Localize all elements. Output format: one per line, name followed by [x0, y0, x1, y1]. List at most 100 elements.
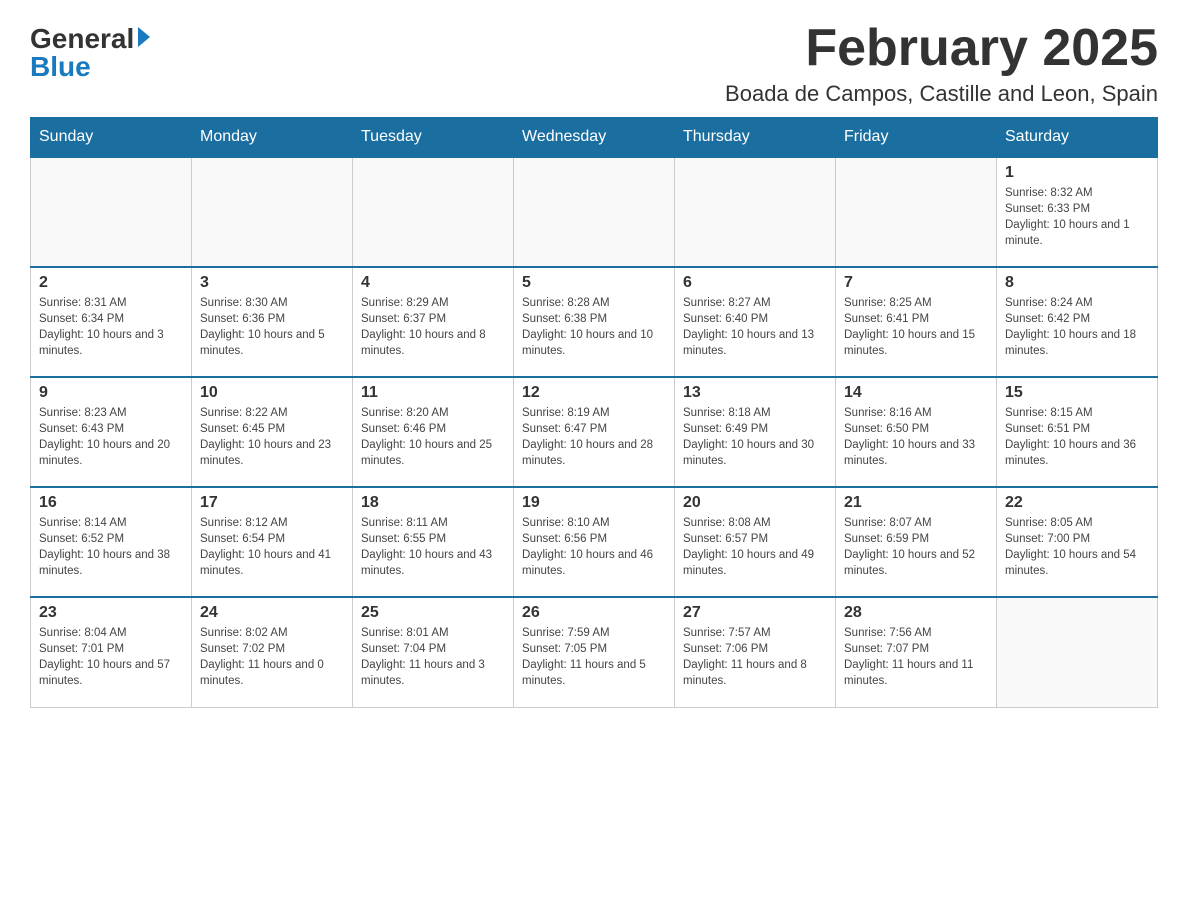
day-info: Sunrise: 8:14 AMSunset: 6:52 PMDaylight:…	[39, 515, 183, 579]
day-number: 5	[522, 274, 666, 292]
calendar-week-2: 9 Sunrise: 8:23 AMSunset: 6:43 PMDaylight…	[31, 377, 1158, 487]
day-number: 6	[683, 274, 827, 292]
day-number: 8	[1005, 274, 1149, 292]
day-number: 23	[39, 604, 183, 622]
header-wednesday: Wednesday	[514, 118, 675, 158]
calendar-cell: 4 Sunrise: 8:29 AMSunset: 6:37 PMDaylight…	[353, 267, 514, 377]
header-monday: Monday	[192, 118, 353, 158]
day-number: 24	[200, 604, 344, 622]
calendar-cell: 6 Sunrise: 8:27 AMSunset: 6:40 PMDaylight…	[675, 267, 836, 377]
day-info: Sunrise: 8:16 AMSunset: 6:50 PMDaylight:…	[844, 405, 988, 469]
day-info: Sunrise: 8:28 AMSunset: 6:38 PMDaylight:…	[522, 295, 666, 359]
day-number: 9	[39, 384, 183, 402]
day-info: Sunrise: 8:07 AMSunset: 6:59 PMDaylight:…	[844, 515, 988, 579]
calendar-cell: 3Sunrise: 8:30 AMSunset: 6:36 PMDaylight…	[192, 267, 353, 377]
day-info: Sunrise: 7:56 AMSunset: 7:07 PMDaylight:…	[844, 625, 988, 689]
calendar-week-1: 2 Sunrise: 8:31 AMSunset: 6:34 PMDaylight…	[31, 267, 1158, 377]
day-info: Sunrise: 8:29 AMSunset: 6:37 PMDaylight:…	[361, 295, 505, 359]
header-sunday: Sunday	[31, 118, 192, 158]
logo-general-text: General	[30, 25, 134, 53]
day-number: 7	[844, 274, 988, 292]
calendar-cell: 26 Sunrise: 7:59 AMSunset: 7:05 PMDayligh…	[514, 597, 675, 707]
logo: General Blue	[30, 20, 150, 81]
calendar-cell: 10 Sunrise: 8:22 AMSunset: 6:45 PMDayligh…	[192, 377, 353, 487]
day-number: 22	[1005, 494, 1149, 512]
day-info: Sunrise: 8:10 AMSunset: 6:56 PMDaylight:…	[522, 515, 666, 579]
calendar-cell: 9 Sunrise: 8:23 AMSunset: 6:43 PMDaylight…	[31, 377, 192, 487]
day-number: 14	[844, 384, 988, 402]
day-info: Sunrise: 7:59 AMSunset: 7:05 PMDaylight:…	[522, 625, 666, 689]
day-info: Sunrise: 8:31 AMSunset: 6:34 PMDaylight:…	[39, 295, 183, 359]
day-info: Sunrise: 8:23 AMSunset: 6:43 PMDaylight:…	[39, 405, 183, 469]
day-info: Sunrise: 8:02 AMSunset: 7:02 PMDaylight:…	[200, 625, 344, 689]
day-info: Sunrise: 8:30 AMSunset: 6:36 PMDaylight:…	[200, 295, 344, 359]
day-number: 13	[683, 384, 827, 402]
calendar-cell: 1 Sunrise: 8:32 AMSunset: 6:33 PMDaylight…	[997, 157, 1158, 267]
day-info: Sunrise: 8:18 AMSunset: 6:49 PMDaylight:…	[683, 405, 827, 469]
day-number: 4	[361, 274, 505, 292]
calendar-cell	[675, 157, 836, 267]
calendar-cell	[31, 157, 192, 267]
day-number: 16	[39, 494, 183, 512]
day-number: 10	[200, 384, 344, 402]
calendar-cell: 7 Sunrise: 8:25 AMSunset: 6:41 PMDaylight…	[836, 267, 997, 377]
calendar-cell: 23 Sunrise: 8:04 AMSunset: 7:01 PMDayligh…	[31, 597, 192, 707]
calendar-cell: 18 Sunrise: 8:11 AMSunset: 6:55 PMDayligh…	[353, 487, 514, 597]
header-thursday: Thursday	[675, 118, 836, 158]
day-number: 21	[844, 494, 988, 512]
header-friday: Friday	[836, 118, 997, 158]
calendar-cell: 16 Sunrise: 8:14 AMSunset: 6:52 PMDayligh…	[31, 487, 192, 597]
calendar-body: 1 Sunrise: 8:32 AMSunset: 6:33 PMDaylight…	[31, 157, 1158, 707]
day-info: Sunrise: 8:08 AMSunset: 6:57 PMDaylight:…	[683, 515, 827, 579]
calendar-cell: 28 Sunrise: 7:56 AMSunset: 7:07 PMDayligh…	[836, 597, 997, 707]
header-saturday: Saturday	[997, 118, 1158, 158]
calendar-cell: 15 Sunrise: 8:15 AMSunset: 6:51 PMDayligh…	[997, 377, 1158, 487]
calendar-cell: 5 Sunrise: 8:28 AMSunset: 6:38 PMDaylight…	[514, 267, 675, 377]
calendar-cell: 20 Sunrise: 8:08 AMSunset: 6:57 PMDayligh…	[675, 487, 836, 597]
day-number: 2	[39, 274, 183, 292]
day-info: Sunrise: 8:19 AMSunset: 6:47 PMDaylight:…	[522, 405, 666, 469]
calendar-cell	[192, 157, 353, 267]
day-number: 15	[1005, 384, 1149, 402]
day-info: Sunrise: 8:05 AMSunset: 7:00 PMDaylight:…	[1005, 515, 1149, 579]
calendar-cell: 2 Sunrise: 8:31 AMSunset: 6:34 PMDaylight…	[31, 267, 192, 377]
day-number: 28	[844, 604, 988, 622]
day-number: 27	[683, 604, 827, 622]
day-info: Sunrise: 8:22 AMSunset: 6:45 PMDaylight:…	[200, 405, 344, 469]
day-info: Sunrise: 7:57 AMSunset: 7:06 PMDaylight:…	[683, 625, 827, 689]
calendar-cell: 21 Sunrise: 8:07 AMSunset: 6:59 PMDayligh…	[836, 487, 997, 597]
day-info: Sunrise: 8:25 AMSunset: 6:41 PMDaylight:…	[844, 295, 988, 359]
day-info: Sunrise: 8:11 AMSunset: 6:55 PMDaylight:…	[361, 515, 505, 579]
day-number: 26	[522, 604, 666, 622]
calendar-table: Sunday Monday Tuesday Wednesday Thursday…	[30, 117, 1158, 708]
day-number: 18	[361, 494, 505, 512]
logo-arrow-icon	[138, 27, 150, 47]
calendar-cell: 8Sunrise: 8:24 AMSunset: 6:42 PMDaylight…	[997, 267, 1158, 377]
day-info: Sunrise: 8:27 AMSunset: 6:40 PMDaylight:…	[683, 295, 827, 359]
calendar-cell: 12 Sunrise: 8:19 AMSunset: 6:47 PMDayligh…	[514, 377, 675, 487]
calendar-cell	[514, 157, 675, 267]
day-number: 1	[1005, 164, 1149, 182]
day-number: 20	[683, 494, 827, 512]
calendar-cell	[997, 597, 1158, 707]
calendar-title: February 2025	[725, 20, 1158, 77]
calendar-cell: 19 Sunrise: 8:10 AMSunset: 6:56 PMDayligh…	[514, 487, 675, 597]
logo-blue-text: Blue	[30, 53, 91, 81]
day-info: Sunrise: 8:32 AMSunset: 6:33 PMDaylight:…	[1005, 185, 1149, 249]
calendar-cell: 11Sunrise: 8:20 AMSunset: 6:46 PMDayligh…	[353, 377, 514, 487]
day-number: 25	[361, 604, 505, 622]
page-header: General Blue February 2025 Boada de Camp…	[30, 20, 1158, 107]
calendar-week-3: 16 Sunrise: 8:14 AMSunset: 6:52 PMDayligh…	[31, 487, 1158, 597]
day-info: Sunrise: 8:04 AMSunset: 7:01 PMDaylight:…	[39, 625, 183, 689]
calendar-cell: 24 Sunrise: 8:02 AMSunset: 7:02 PMDayligh…	[192, 597, 353, 707]
calendar-cell	[836, 157, 997, 267]
day-info: Sunrise: 8:01 AMSunset: 7:04 PMDaylight:…	[361, 625, 505, 689]
day-info: Sunrise: 8:20 AMSunset: 6:46 PMDaylight:…	[361, 405, 505, 469]
day-info: Sunrise: 8:15 AMSunset: 6:51 PMDaylight:…	[1005, 405, 1149, 469]
calendar-week-0: 1 Sunrise: 8:32 AMSunset: 6:33 PMDaylight…	[31, 157, 1158, 267]
day-number: 17	[200, 494, 344, 512]
calendar-cell: 22 Sunrise: 8:05 AMSunset: 7:00 PMDayligh…	[997, 487, 1158, 597]
day-number: 19	[522, 494, 666, 512]
calendar-cell: 14 Sunrise: 8:16 AMSunset: 6:50 PMDayligh…	[836, 377, 997, 487]
day-number: 12	[522, 384, 666, 402]
